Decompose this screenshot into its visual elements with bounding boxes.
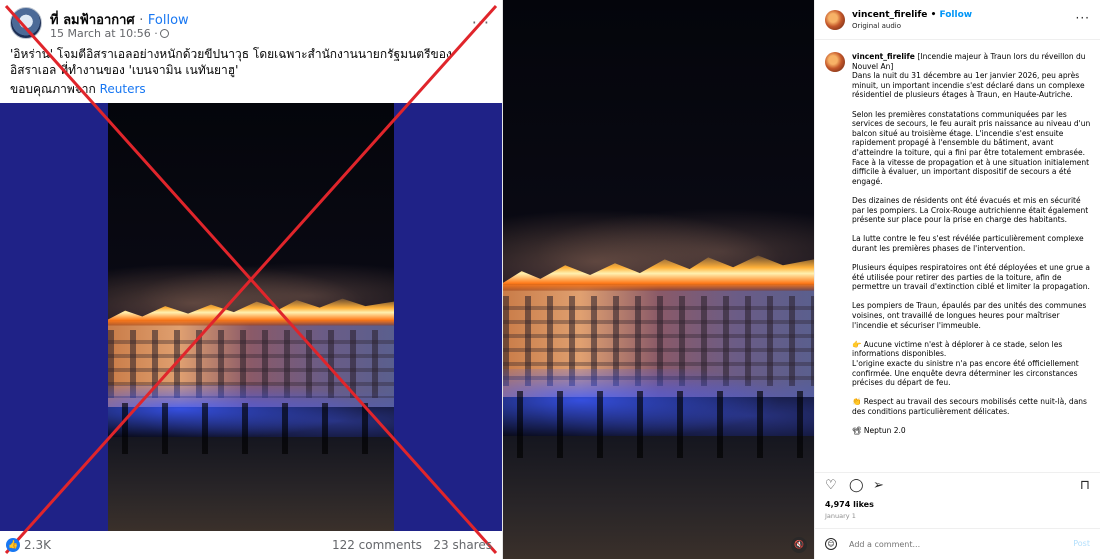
caption-text: vincent_firelife [Incendie majeur à Trau…: [852, 52, 1092, 445]
caption-paragraph: 👉 Aucune victime n'est à déplorer à ce s…: [852, 340, 1092, 388]
photo-credit: ขอบคุณภาพจาก Reuters: [10, 80, 146, 99]
caption-paragraph: La lutte contre le feu s'est révélée par…: [852, 234, 1092, 253]
credit-source-link[interactable]: Reuters: [100, 82, 146, 96]
mute-icon[interactable]: 🔇: [791, 537, 807, 553]
action-bar: ♡ ◯ ➢ ⊓: [815, 472, 1100, 500]
caption-username[interactable]: vincent_firelife: [852, 52, 917, 61]
engagement-stats: 122 comments 23 shares: [332, 538, 492, 552]
comment-bar: ☺ Post: [815, 528, 1100, 559]
like-count[interactable]: 4,974 likes: [825, 500, 874, 509]
instagram-post: 🔇 vincent_firelife • Follow Original aud…: [502, 0, 1100, 559]
more-options-icon[interactable]: ···: [1076, 11, 1090, 25]
comment-icon[interactable]: ◯: [849, 479, 864, 493]
more-options-icon[interactable]: ···: [472, 13, 490, 32]
caption-paragraph: Selon les premières constatations commun…: [852, 110, 1092, 187]
caption-paragraph-text: Les pompiers de Traun, épaulés par des u…: [852, 301, 1087, 330]
caption-paragraph-text: 👉 Aucune victime n'est à déplorer à ce s…: [852, 339, 1079, 388]
heart-icon[interactable]: ♡: [825, 479, 837, 493]
fire-video-frame: [108, 103, 394, 531]
post-comment-button[interactable]: Post: [1073, 539, 1090, 548]
caption-paragraph-text: Des dizaines de résidents ont été évacué…: [852, 195, 1089, 225]
username[interactable]: vincent_firelife: [852, 10, 927, 20]
credit-prefix: ขอบคุณภาพจาก: [10, 82, 96, 96]
post-header: ที่ ลมฟ้าอากาศ · Follow 15 March at 10:5…: [10, 7, 490, 43]
post-date: January 1: [825, 512, 856, 520]
fire-video[interactable]: [503, 0, 814, 559]
post-caption: 'อิหร่าน' โจมตีอิสราเอลอย่างหนักด้วยขีปน…: [10, 47, 452, 77]
caption-paragraph: 👏 Respect au travail des secours mobilis…: [852, 397, 1092, 416]
onlookers: [503, 391, 814, 459]
caption-paragraph-text: 📽 Neptun 2.0: [852, 426, 906, 436]
caption-paragraph-text: Selon les premières constatations commun…: [852, 109, 1091, 186]
caption-paragraph-text: 👏 Respect au travail des secours mobilis…: [852, 397, 1087, 416]
caption-paragraph: Plusieurs équipes respiratoires ont été …: [852, 263, 1092, 292]
like-reaction-icon: 👍: [6, 538, 20, 552]
page-avatar[interactable]: [10, 7, 42, 39]
caption-paragraph-text: La lutte contre le feu s'est révélée par…: [852, 234, 1084, 253]
comment-count[interactable]: 122 comments: [332, 538, 422, 552]
caption-avatar[interactable]: [825, 52, 845, 72]
facebook-post: ที่ ลมฟ้าอากาศ · Follow 15 March at 10:5…: [0, 0, 502, 559]
post-header: vincent_firelife • Follow Original audio…: [815, 0, 1100, 40]
onlookers: [108, 402, 394, 454]
post-meta: 15 March at 10:56 ·: [50, 27, 169, 40]
caption-paragraph: vincent_firelife [Incendie majeur à Trau…: [852, 52, 1092, 100]
globe-icon: [159, 29, 169, 38]
page-name[interactable]: ที่ ลมฟ้าอากาศ: [50, 13, 135, 28]
user-avatar[interactable]: [825, 10, 845, 30]
post-timestamp[interactable]: 15 March at 10:56 ·: [50, 27, 158, 40]
audio-label[interactable]: Original audio: [852, 22, 901, 30]
bookmark-icon[interactable]: ⊓: [1080, 479, 1090, 493]
post-sidebar: vincent_firelife • Follow Original audio…: [814, 0, 1100, 559]
separator: ·: [139, 13, 144, 28]
caption-paragraph-text: Plusieurs équipes respiratoires ont été …: [852, 263, 1090, 292]
caption-area: vincent_firelife [Incendie majeur à Trau…: [815, 44, 1100, 468]
comment-input[interactable]: [849, 537, 1049, 551]
caption-paragraph: 📽 Neptun 2.0: [852, 426, 1092, 436]
caption-paragraph: Les pompiers de Traun, épaulés par des u…: [852, 301, 1092, 330]
share-count[interactable]: 23 shares: [433, 538, 492, 552]
caption-paragraph: Des dizaines de résidents ont été évacué…: [852, 196, 1092, 225]
share-icon[interactable]: ➢: [873, 479, 884, 493]
username-line: vincent_firelife • Follow: [852, 10, 972, 20]
post-media[interactable]: [0, 103, 502, 531]
follow-link[interactable]: Follow: [148, 13, 189, 28]
follow-button[interactable]: Follow: [939, 10, 972, 20]
reaction-summary[interactable]: 👍 2.3K: [6, 538, 51, 552]
post-footer: 👍 2.3K 122 comments 23 shares: [0, 531, 502, 559]
emoji-icon[interactable]: ☺: [825, 538, 837, 550]
separator: •: [930, 10, 937, 20]
reaction-count: 2.3K: [24, 538, 51, 552]
